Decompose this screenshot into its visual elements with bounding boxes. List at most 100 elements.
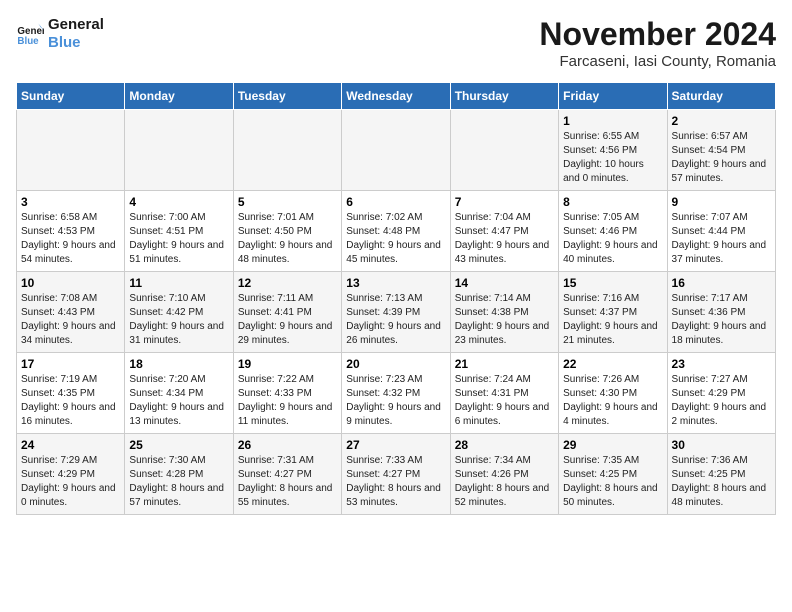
day-info: Sunrise: 7:13 AM Sunset: 4:39 PM Dayligh…	[346, 292, 445, 348]
day-number: 12	[238, 276, 337, 290]
day-number: 18	[129, 357, 228, 371]
day-info: Sunrise: 6:58 AM Sunset: 4:53 PM Dayligh…	[21, 211, 120, 267]
week-row-3: 10 Sunrise: 7:08 AM Sunset: 4:43 PM Dayli…	[17, 272, 776, 353]
day-info: Sunrise: 7:33 AM Sunset: 4:27 PM Dayligh…	[346, 454, 445, 510]
day-info: Sunrise: 7:16 AM Sunset: 4:37 PM Dayligh…	[563, 292, 662, 348]
day-info: Sunrise: 7:19 AM Sunset: 4:35 PM Dayligh…	[21, 373, 120, 429]
calendar-cell: 19Sunrise: 7:22 AM Sunset: 4:33 PM Dayli…	[233, 353, 341, 434]
day-info: Sunrise: 7:08 AM Sunset: 4:43 PM Dayligh…	[21, 292, 120, 348]
day-number: 24	[21, 438, 120, 452]
calendar-cell: 3 Sunrise: 6:58 AM Sunset: 4:53 PM Daylig…	[17, 191, 125, 272]
day-number: 20	[346, 357, 445, 371]
svg-text:Blue: Blue	[17, 36, 39, 47]
calendar-cell	[342, 110, 450, 191]
calendar-cell: 5Sunrise: 7:01 AM Sunset: 4:50 PM Daylig…	[233, 191, 341, 272]
column-header-wednesday: Wednesday	[342, 83, 450, 110]
day-info: Sunrise: 7:14 AM Sunset: 4:38 PM Dayligh…	[455, 292, 554, 348]
day-number: 8	[563, 195, 662, 209]
calendar-cell: 28 Sunrise: 7:34 AM Sunset: 4:26 PM Dayli…	[450, 434, 558, 515]
calendar-cell: 8 Sunrise: 7:05 AM Sunset: 4:46 PM Daylig…	[559, 191, 667, 272]
month-title: November 2024	[539, 16, 776, 53]
day-number: 26	[238, 438, 337, 452]
day-info: Sunrise: 7:05 AM Sunset: 4:46 PM Dayligh…	[563, 211, 662, 267]
calendar-cell: 27 Sunrise: 7:33 AM Sunset: 4:27 PM Dayli…	[342, 434, 450, 515]
calendar-cell: 2 Sunrise: 6:57 AM Sunset: 4:54 PM Daylig…	[667, 110, 775, 191]
calendar-cell: 7 Sunrise: 7:04 AM Sunset: 4:47 PM Daylig…	[450, 191, 558, 272]
day-info: Sunrise: 7:10 AM Sunset: 4:42 PM Dayligh…	[129, 292, 228, 348]
column-header-tuesday: Tuesday	[233, 83, 341, 110]
calendar-header-row: SundayMondayTuesdayWednesdayThursdayFrid…	[17, 83, 776, 110]
column-header-sunday: Sunday	[17, 83, 125, 110]
logo-line1: General	[48, 16, 104, 34]
calendar-cell: 25Sunrise: 7:30 AM Sunset: 4:28 PM Dayli…	[125, 434, 233, 515]
calendar-cell	[233, 110, 341, 191]
calendar-cell	[450, 110, 558, 191]
header: General Blue General Blue November 2024 …	[16, 16, 776, 70]
day-info: Sunrise: 6:57 AM Sunset: 4:54 PM Dayligh…	[672, 130, 771, 186]
day-number: 5	[238, 195, 337, 209]
calendar-cell: 12 Sunrise: 7:11 AM Sunset: 4:41 PM Dayli…	[233, 272, 341, 353]
day-info: Sunrise: 7:11 AM Sunset: 4:41 PM Dayligh…	[238, 292, 337, 348]
day-number: 11	[129, 276, 228, 290]
calendar-cell	[17, 110, 125, 191]
day-number: 10	[21, 276, 120, 290]
day-info: Sunrise: 7:17 AM Sunset: 4:36 PM Dayligh…	[672, 292, 771, 348]
day-number: 2	[672, 114, 771, 128]
week-row-4: 17 Sunrise: 7:19 AM Sunset: 4:35 PM Dayli…	[17, 353, 776, 434]
column-header-monday: Monday	[125, 83, 233, 110]
day-number: 3	[21, 195, 120, 209]
location: Farcaseni, Iasi County, Romania	[539, 53, 776, 70]
day-info: Sunrise: 7:34 AM Sunset: 4:26 PM Dayligh…	[455, 454, 554, 510]
day-info: Sunrise: 7:31 AM Sunset: 4:27 PM Dayligh…	[238, 454, 337, 510]
day-number: 28	[455, 438, 554, 452]
day-info: Sunrise: 7:20 AM Sunset: 4:34 PM Dayligh…	[129, 373, 228, 429]
logo-line2: Blue	[48, 34, 104, 52]
day-info: Sunrise: 7:35 AM Sunset: 4:25 PM Dayligh…	[563, 454, 662, 510]
calendar-table: SundayMondayTuesdayWednesdayThursdayFrid…	[16, 82, 776, 515]
calendar-cell: 14 Sunrise: 7:14 AM Sunset: 4:38 PM Dayli…	[450, 272, 558, 353]
calendar-cell: 13Sunrise: 7:13 AM Sunset: 4:39 PM Dayli…	[342, 272, 450, 353]
column-header-friday: Friday	[559, 83, 667, 110]
calendar-cell: 1 Sunrise: 6:55 AM Sunset: 4:56 PM Daylig…	[559, 110, 667, 191]
calendar-cell: 29 Sunrise: 7:35 AM Sunset: 4:25 PM Dayli…	[559, 434, 667, 515]
day-info: Sunrise: 7:27 AM Sunset: 4:29 PM Dayligh…	[672, 373, 771, 429]
week-row-5: 24 Sunrise: 7:29 AM Sunset: 4:29 PM Dayli…	[17, 434, 776, 515]
day-number: 16	[672, 276, 771, 290]
calendar-cell	[125, 110, 233, 191]
day-info: Sunrise: 7:24 AM Sunset: 4:31 PM Dayligh…	[455, 373, 554, 429]
calendar-cell: 15 Sunrise: 7:16 AM Sunset: 4:37 PM Dayli…	[559, 272, 667, 353]
day-number: 14	[455, 276, 554, 290]
day-number: 15	[563, 276, 662, 290]
day-number: 30	[672, 438, 771, 452]
day-info: Sunrise: 7:29 AM Sunset: 4:29 PM Dayligh…	[21, 454, 120, 510]
day-number: 21	[455, 357, 554, 371]
calendar-cell: 30 Sunrise: 7:36 AM Sunset: 4:25 PM Dayli…	[667, 434, 775, 515]
day-number: 25	[129, 438, 228, 452]
week-row-2: 3 Sunrise: 6:58 AM Sunset: 4:53 PM Daylig…	[17, 191, 776, 272]
calendar-cell: 9Sunrise: 7:07 AM Sunset: 4:44 PM Daylig…	[667, 191, 775, 272]
logo-icon: General Blue	[16, 20, 44, 48]
day-number: 1	[563, 114, 662, 128]
calendar-cell: 10 Sunrise: 7:08 AM Sunset: 4:43 PM Dayli…	[17, 272, 125, 353]
day-info: Sunrise: 7:04 AM Sunset: 4:47 PM Dayligh…	[455, 211, 554, 267]
calendar-cell: 6Sunrise: 7:02 AM Sunset: 4:48 PM Daylig…	[342, 191, 450, 272]
day-number: 7	[455, 195, 554, 209]
calendar-cell: 26 Sunrise: 7:31 AM Sunset: 4:27 PM Dayli…	[233, 434, 341, 515]
calendar-cell: 4Sunrise: 7:00 AM Sunset: 4:51 PM Daylig…	[125, 191, 233, 272]
day-info: Sunrise: 7:26 AM Sunset: 4:30 PM Dayligh…	[563, 373, 662, 429]
column-header-thursday: Thursday	[450, 83, 558, 110]
day-number: 27	[346, 438, 445, 452]
day-info: Sunrise: 6:55 AM Sunset: 4:56 PM Dayligh…	[563, 130, 662, 186]
calendar-cell: 23Sunrise: 7:27 AM Sunset: 4:29 PM Dayli…	[667, 353, 775, 434]
day-number: 22	[563, 357, 662, 371]
calendar-cell: 11 Sunrise: 7:10 AM Sunset: 4:42 PM Dayli…	[125, 272, 233, 353]
calendar-cell: 16 Sunrise: 7:17 AM Sunset: 4:36 PM Dayli…	[667, 272, 775, 353]
calendar-cell: 18 Sunrise: 7:20 AM Sunset: 4:34 PM Dayli…	[125, 353, 233, 434]
calendar-cell: 22 Sunrise: 7:26 AM Sunset: 4:30 PM Dayli…	[559, 353, 667, 434]
logo: General Blue General Blue	[16, 16, 104, 52]
day-info: Sunrise: 7:36 AM Sunset: 4:25 PM Dayligh…	[672, 454, 771, 510]
day-number: 17	[21, 357, 120, 371]
day-number: 9	[672, 195, 771, 209]
column-header-saturday: Saturday	[667, 83, 775, 110]
day-number: 29	[563, 438, 662, 452]
